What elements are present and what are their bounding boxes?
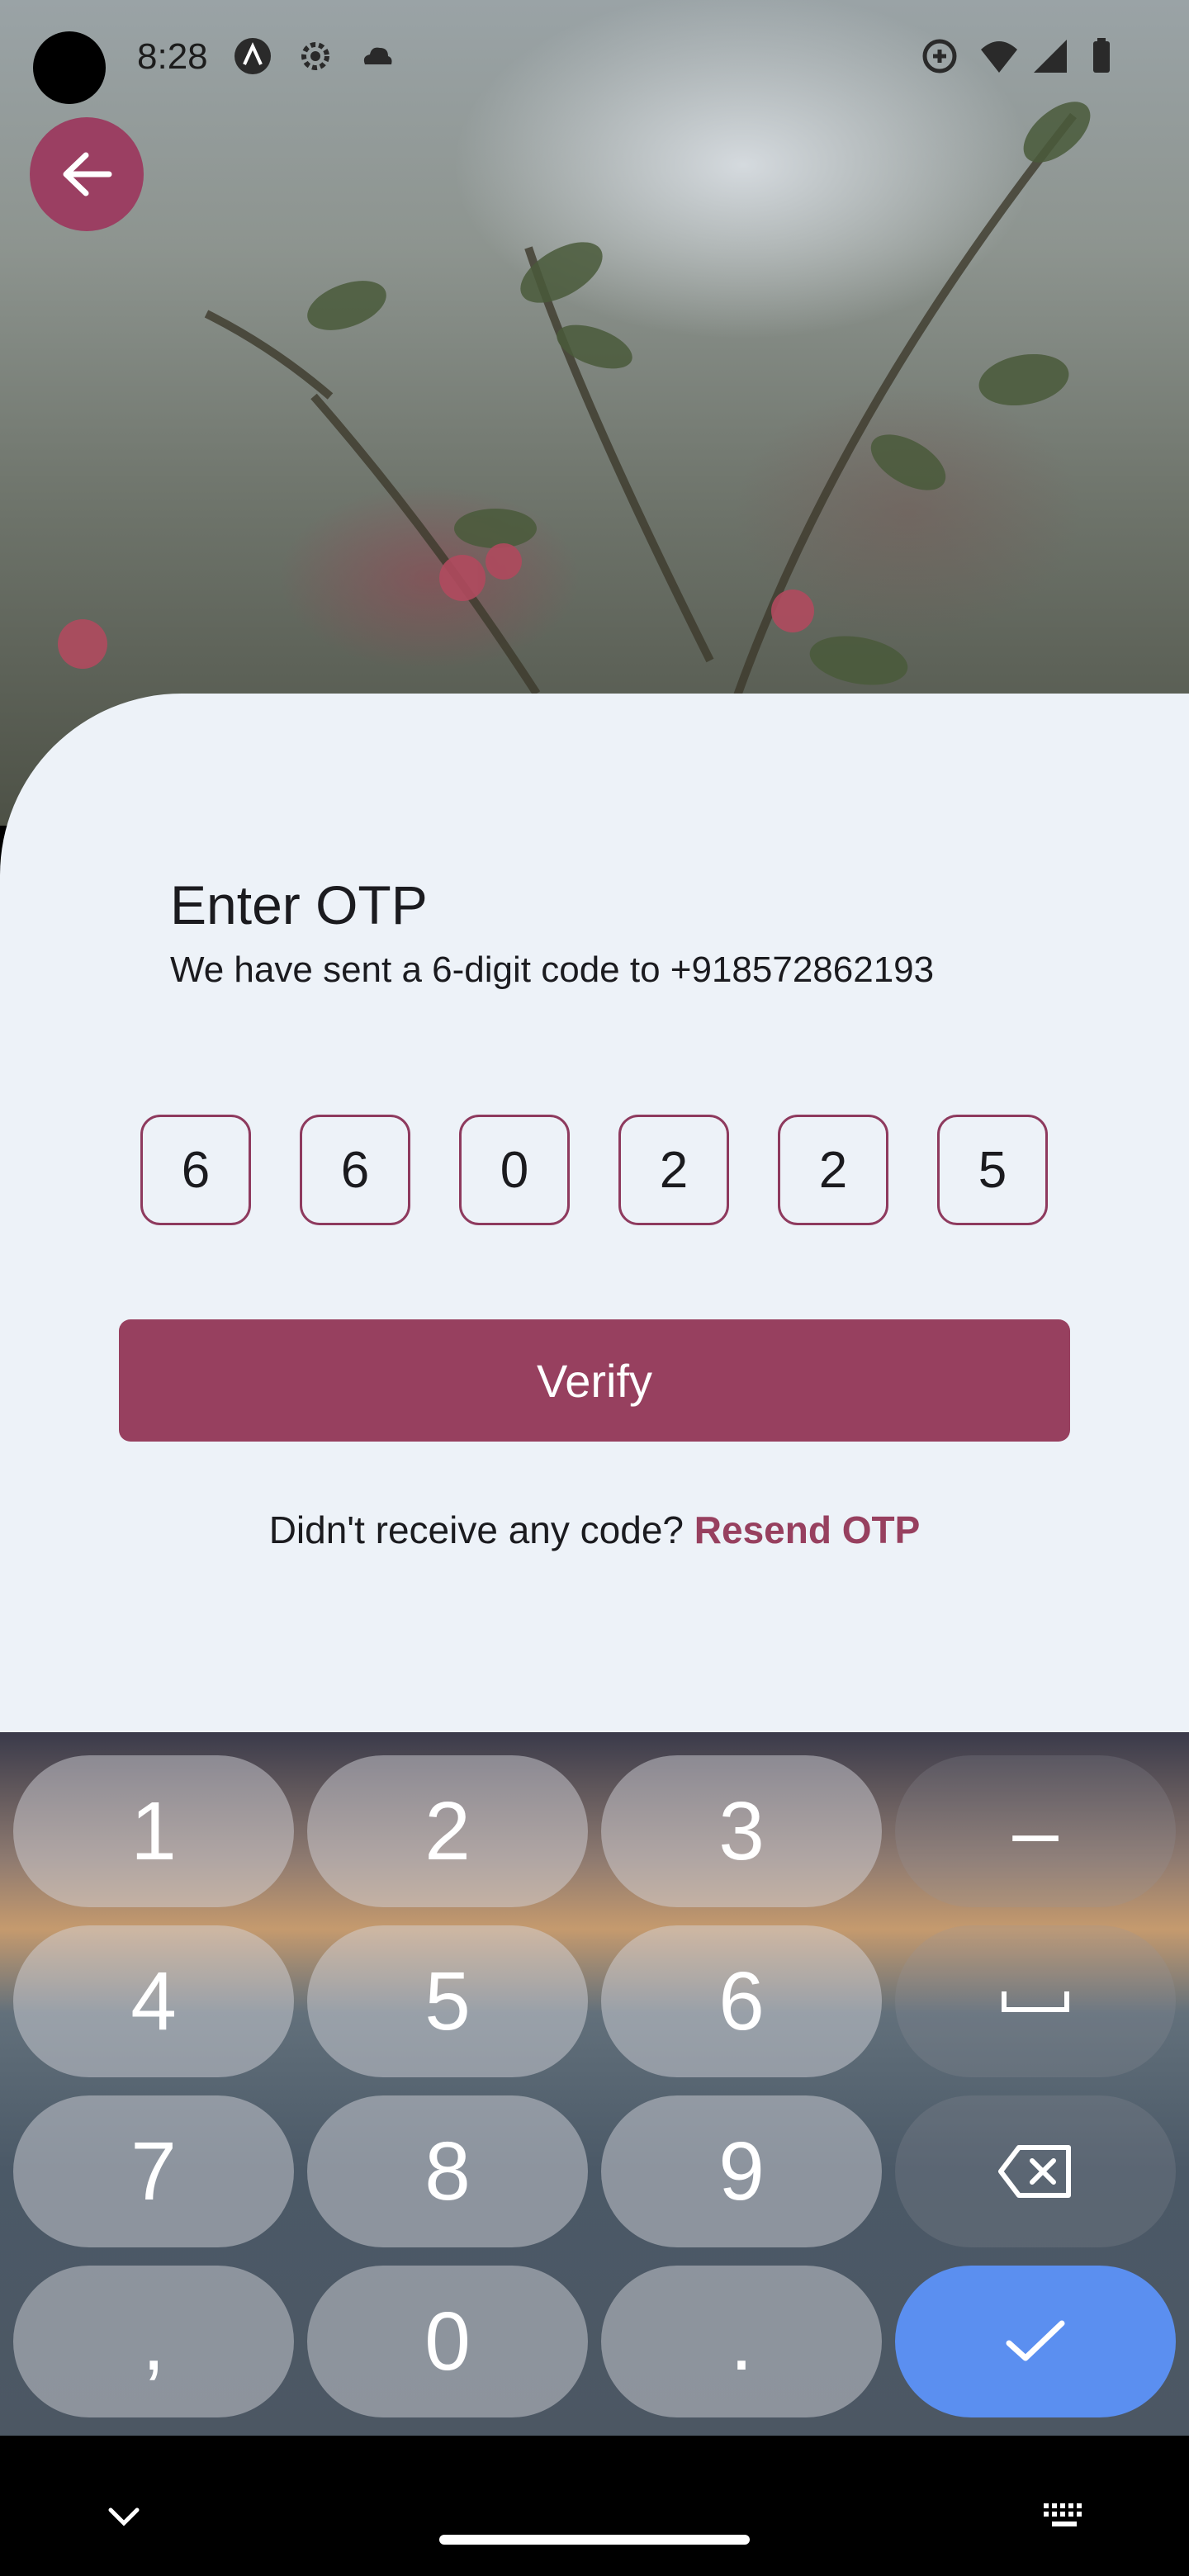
key-9[interactable]: 9 [601, 2095, 882, 2247]
cloud-icon [363, 47, 392, 64]
key-7[interactable]: 7 [13, 2095, 294, 2247]
key-2[interactable]: 2 [307, 1755, 588, 1907]
gear-icon [301, 42, 329, 70]
backspace-icon [998, 2145, 1071, 2198]
key-8[interactable]: 8 [307, 2095, 588, 2247]
key-1[interactable]: 1 [13, 1755, 294, 1907]
camera-cutout [33, 31, 106, 104]
key-6[interactable]: 6 [601, 1925, 882, 2077]
back-button[interactable] [30, 117, 144, 231]
keyboard-switch-icon[interactable] [1042, 2500, 1088, 2533]
page-title: Enter OTP [170, 874, 428, 935]
key-done[interactable] [895, 2266, 1176, 2417]
resend-prompt: Didn't receive any code? [268, 1508, 684, 1551]
chevron-down-icon[interactable] [104, 2502, 144, 2531]
otp-subtitle: We have sent a 6-digit code to +91857286… [170, 949, 935, 990]
key-5[interactable]: 5 [307, 1925, 588, 2077]
key-comma[interactable]: , [13, 2266, 294, 2417]
home-handle[interactable] [439, 2535, 750, 2545]
arrow-left-icon [63, 152, 112, 197]
space-icon [1002, 1991, 1069, 2012]
key-space[interactable] [895, 1925, 1176, 2077]
key-period[interactable]: . [601, 2266, 882, 2417]
status-time: 8:28 [137, 36, 208, 77]
wifi-icon [981, 41, 1017, 73]
resend-otp-link[interactable]: Resend OTP [694, 1508, 921, 1551]
verify-button[interactable]: Verify [119, 1319, 1070, 1442]
otp-digit-2[interactable]: 6 [300, 1115, 410, 1225]
key-4[interactable]: 4 [13, 1925, 294, 2077]
key-0[interactable]: 0 [307, 2266, 588, 2417]
numeric-keyboard: 1 2 3 – 4 5 6 7 8 9 , 0 . [0, 1732, 1189, 2436]
otp-digit-1[interactable]: 6 [140, 1115, 251, 1225]
battery-icon [1093, 38, 1110, 73]
otp-digit-6[interactable]: 5 [937, 1115, 1048, 1225]
otp-digit-3[interactable]: 0 [459, 1115, 570, 1225]
a-icon [234, 38, 271, 74]
key-backspace[interactable] [895, 2095, 1176, 2247]
otp-digit-5[interactable]: 2 [778, 1115, 888, 1225]
check-icon [1006, 2320, 1065, 2361]
data-saver-icon [922, 39, 957, 73]
resend-row: Didn't receive any code? Resend OTP [0, 1508, 1189, 1552]
key-3[interactable]: 3 [601, 1755, 882, 1907]
key-dash[interactable]: – [895, 1755, 1176, 1907]
status-bar: 8:28 [0, 0, 1189, 116]
otp-digit-4[interactable]: 2 [618, 1115, 729, 1225]
navigation-bar [0, 2436, 1189, 2576]
signal-icon [1034, 40, 1067, 73]
